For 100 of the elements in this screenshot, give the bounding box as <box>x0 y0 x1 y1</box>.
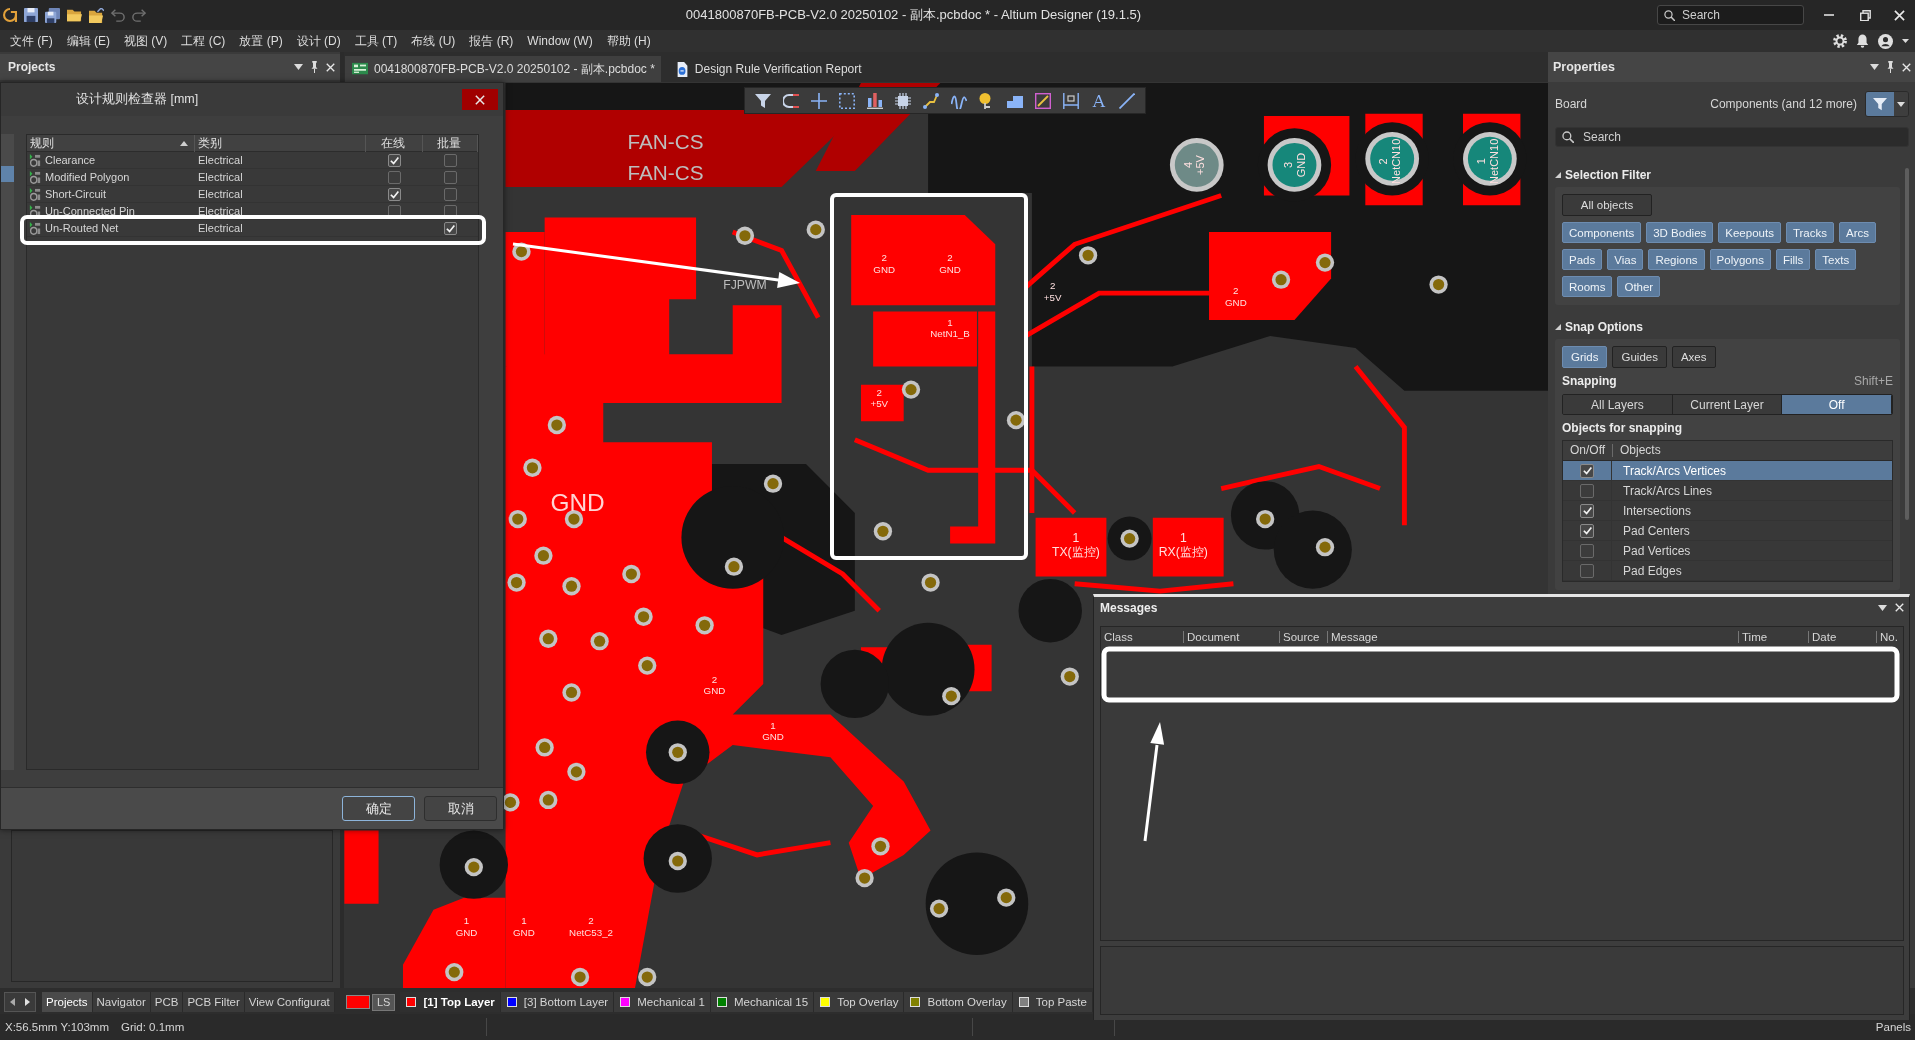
filter-toggle[interactable]: Components <box>1562 222 1642 243</box>
checkbox[interactable] <box>444 153 457 167</box>
filter-toggle[interactable]: Vias <box>1607 249 1644 270</box>
dropdown-button[interactable] <box>1894 92 1908 116</box>
checkbox[interactable] <box>388 153 401 167</box>
document-tab[interactable]: 0041800870FB-PCB-V2.0 20250102 - 副本.pcbdoc * <box>345 56 661 82</box>
caret-icon[interactable] <box>1902 39 1909 43</box>
close-icon[interactable] <box>326 62 335 72</box>
snap-object-row[interactable]: Pad Centers <box>1563 521 1892 541</box>
snap-object-row[interactable]: Pad Vertices <box>1563 541 1892 561</box>
checkbox[interactable] <box>388 170 401 184</box>
route-icon[interactable] <box>923 92 939 109</box>
current-layer-swatch-icon[interactable] <box>346 995 370 1009</box>
filter-toggle[interactable]: Regions <box>1648 249 1705 270</box>
close-button[interactable] <box>462 89 498 110</box>
snap-mode-toggle[interactable]: Axes <box>1671 346 1716 368</box>
checkbox[interactable] <box>1580 563 1594 578</box>
snap-mode-toggle[interactable]: Grids <box>1562 346 1608 368</box>
close-icon[interactable] <box>1902 62 1911 72</box>
text-tool-button[interactable]: A <box>1091 92 1107 109</box>
filter-toggle[interactable]: Fills <box>1775 249 1811 270</box>
column-header[interactable]: 在线 <box>366 135 423 152</box>
filter-toggle[interactable]: Other <box>1617 276 1661 297</box>
column-header[interactable]: Message <box>1327 631 1738 643</box>
filter-toggle[interactable]: Pads <box>1562 249 1603 270</box>
undo-icon[interactable] <box>111 8 125 22</box>
panel-tab[interactable]: View Configurat <box>244 992 335 1012</box>
snap-object-row[interactable]: Pad Edges <box>1563 561 1892 581</box>
column-header[interactable]: Source <box>1279 631 1327 643</box>
menu-item[interactable]: 帮助 (H) <box>606 31 651 51</box>
menu-item[interactable]: 布线 (U) <box>411 31 456 51</box>
snapping-option[interactable]: Off <box>1782 395 1892 414</box>
menu-item[interactable]: 工程 (C) <box>181 31 226 51</box>
filter-toggle[interactable]: 3D Bodies <box>1646 222 1714 243</box>
layer-tab[interactable]: Bottom Overlay <box>904 992 1013 1012</box>
menu-item[interactable]: 设计 (D) <box>296 31 341 51</box>
dashed-rectangle-icon[interactable] <box>839 92 855 109</box>
snap-object-row[interactable]: Track/Arcs Vertices <box>1563 461 1892 481</box>
snapping-option[interactable]: Current Layer <box>1672 395 1783 414</box>
snap-object-row[interactable]: Track/Arcs Lines <box>1563 481 1892 501</box>
column-header[interactable]: 批量 <box>423 135 478 152</box>
column-header[interactable]: 规则 <box>27 135 195 152</box>
menu-item[interactable]: Window (W) <box>527 31 593 51</box>
right-arrow-icon[interactable] <box>25 998 30 1006</box>
filter-toggle[interactable]: Texts <box>1815 249 1857 270</box>
expanded-triangle-icon[interactable] <box>1555 172 1561 178</box>
menu-item[interactable]: 文件 (F) <box>10 31 53 51</box>
checkbox[interactable] <box>1580 503 1594 518</box>
layer-tab[interactable]: Mechanical 15 <box>710 992 815 1012</box>
save-all-icon[interactable] <box>45 7 60 23</box>
panel-tab[interactable]: PCB <box>150 992 184 1012</box>
save-icon[interactable] <box>24 8 38 22</box>
checkbox[interactable] <box>444 187 457 201</box>
snapping-option[interactable]: All Layers <box>1563 395 1673 414</box>
dimension-icon[interactable] <box>1063 92 1079 109</box>
pin-icon[interactable] <box>310 61 319 73</box>
layer-tab[interactable]: Top Paste <box>1012 992 1093 1012</box>
dropdown-icon[interactable] <box>1870 64 1879 70</box>
filter-toggle[interactable]: Rooms <box>1562 276 1613 297</box>
menu-item[interactable]: 报告 (R) <box>469 31 514 51</box>
layer-tab[interactable]: Top Overlay <box>814 992 905 1012</box>
filter-toggle[interactable]: Tracks <box>1785 222 1834 243</box>
layer-tab[interactable]: [3] Bottom Layer <box>500 992 615 1012</box>
checkbox[interactable] <box>1580 483 1594 498</box>
menu-item[interactable]: 放置 (P) <box>239 31 283 51</box>
filter-toggle[interactable]: Arcs <box>1838 222 1876 243</box>
expanded-triangle-icon[interactable] <box>1555 324 1561 330</box>
checkbox[interactable] <box>1580 543 1594 558</box>
user-icon[interactable] <box>1878 33 1893 49</box>
menu-item[interactable]: 视图 (V) <box>124 31 168 51</box>
layer-set-button[interactable]: LS <box>372 993 396 1011</box>
line-icon[interactable] <box>1119 92 1135 109</box>
rectangle-line-icon[interactable] <box>1035 92 1051 109</box>
filter-button[interactable] <box>1866 92 1894 116</box>
checkbox[interactable] <box>444 170 457 184</box>
dialog-button[interactable]: 确定 <box>342 796 415 821</box>
dialog-button[interactable]: 取消 <box>424 796 497 821</box>
column-header[interactable]: Time <box>1738 631 1808 643</box>
dropdown-icon[interactable] <box>1878 604 1887 611</box>
chip-icon[interactable] <box>895 92 911 109</box>
column-header[interactable]: Document <box>1183 631 1279 643</box>
snap-mode-toggle[interactable]: Guides <box>1612 346 1667 368</box>
checkbox[interactable] <box>388 187 401 201</box>
checkbox[interactable] <box>1580 523 1594 538</box>
search-field[interactable]: Search <box>1657 5 1804 25</box>
layer-tab[interactable]: Mechanical 1 <box>614 992 711 1012</box>
dropdown-icon[interactable] <box>294 64 303 70</box>
pin-icon[interactable] <box>1886 61 1895 73</box>
checkbox[interactable] <box>1580 463 1594 478</box>
panel-tab[interactable]: Navigator <box>92 992 151 1012</box>
column-header[interactable]: No. <box>1876 631 1903 643</box>
document-tab[interactable]: Design Rule Verification Report <box>668 56 868 82</box>
left-arrow-icon[interactable] <box>10 998 15 1006</box>
redo-icon[interactable] <box>132 8 146 22</box>
filter-toggle[interactable]: Keepouts <box>1718 222 1781 243</box>
settings-icon[interactable] <box>1833 34 1847 48</box>
column-header[interactable]: Date <box>1808 631 1876 643</box>
panels-button[interactable]: Panels <box>1871 1019 1915 1035</box>
folder-icon[interactable] <box>67 8 82 22</box>
search-field[interactable]: Search <box>1555 127 1909 147</box>
